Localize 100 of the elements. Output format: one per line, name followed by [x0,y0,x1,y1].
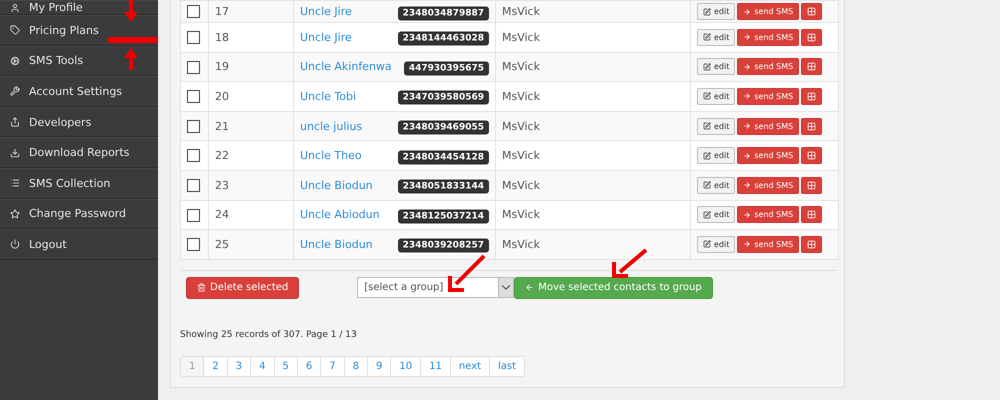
arrow-annotation [448,254,486,292]
row-checkbox[interactable] [187,179,200,192]
sidebar-item[interactable]: SMS Tools [29,54,84,68]
grid-button[interactable] [801,3,822,20]
edit-icon [703,210,711,219]
edit-icon [703,152,711,160]
contact-name-link[interactable]: Uncle Abiodun [300,208,380,222]
group-select[interactable]: [select a group] [357,277,514,298]
phone-number: 2348144463028 [398,32,489,46]
grid-button[interactable] [801,58,822,76]
row-checkbox[interactable] [187,5,200,18]
grid-icon [807,180,816,190]
sidebar-item[interactable]: Pricing Plans [29,24,99,37]
edit-icon [703,92,711,100]
row-checkbox[interactable] [187,31,200,44]
grid-button[interactable] [801,176,822,194]
grid-button[interactable] [801,147,822,164]
contact-name-link[interactable]: uncle julius [300,120,362,133]
row-checkbox[interactable] [187,90,200,104]
edit-button[interactable]: edit [697,88,736,105]
send-sms-button[interactable]: send SMS [737,88,800,105]
phone-number: 2348034454128 [398,150,489,164]
edit-icon [703,240,711,248]
edit-button[interactable]: edit [697,236,736,253]
phone-number: 2348039469055 [398,120,489,135]
edit-button[interactable]: edit [697,176,736,194]
list-icon [10,178,20,188]
send-sms-button[interactable]: send SMS [737,118,800,135]
grid-icon [807,240,816,249]
grid-icon [807,62,816,72]
arrow-right-icon [743,240,752,248]
send-sms-button[interactable]: send SMS [737,28,800,46]
grid-button[interactable] [801,206,822,224]
edit-button[interactable]: edit [697,118,736,135]
send-sms-button[interactable]: send SMS [737,236,800,253]
contact-name-link[interactable]: Uncle Jire [300,5,352,18]
sidebar-item[interactable]: My Profile [29,1,83,14]
sidebar-item[interactable]: Download Reports [29,146,130,160]
phone-number: 2348051833144 [398,180,489,194]
row-checkbox[interactable] [187,208,200,222]
edit-icon [703,181,711,190]
edit-button[interactable]: edit [697,147,736,164]
grid-button[interactable] [801,28,822,46]
arrow-right-icon [743,122,752,130]
edit-button[interactable]: edit [697,3,736,20]
send-sms-button[interactable]: send SMS [737,147,800,164]
arrow-right-icon [743,33,752,42]
page-link[interactable]: 9 [367,356,390,376]
phone-number: 2348125037214 [398,209,489,224]
contact-name-link[interactable]: Uncle Theo [300,149,362,162]
page-link[interactable]: last [489,356,524,376]
phone-number: 447930395675 [404,61,489,76]
row-checkbox[interactable] [187,149,200,162]
row-number: 20 [208,82,294,112]
row-checkbox[interactable] [187,120,200,133]
contact-name-link[interactable]: Uncle Jire [300,30,352,44]
row-number: 25 [208,230,294,260]
arrow-left-icon [525,283,534,292]
sidebar-item[interactable]: Change Password [29,207,126,220]
send-sms-button[interactable]: send SMS [737,176,800,194]
sidebar-item[interactable]: Account Settings [29,84,122,98]
edit-icon [703,8,711,16]
edit-icon [703,33,711,42]
grid-button[interactable] [801,118,822,135]
edit-button[interactable]: edit [697,28,736,46]
contact-name-link[interactable]: Uncle Biodun [300,238,373,251]
row-checkbox[interactable] [187,238,200,252]
page-link[interactable]: 6 [296,356,320,376]
contact-name-link[interactable]: Uncle Akinfenwa [300,60,392,74]
arrow-annotation [124,48,138,70]
edit-icon [703,122,711,130]
send-sms-button[interactable]: send SMS [737,3,800,20]
contact-name-link[interactable]: Uncle Tobi [300,90,356,103]
wrench-icon [10,86,20,96]
user-icon [10,2,20,12]
trash-icon [197,283,206,292]
edit-button[interactable]: edit [697,58,736,76]
sidebar-item[interactable]: Developers [29,116,92,129]
grid-icon [807,92,816,101]
send-sms-button[interactable]: send SMS [737,58,800,76]
sidebar-item[interactable]: Logout [29,238,67,251]
arrow-annotation [124,0,138,22]
owner-cell: MsVick [496,22,690,52]
grid-button[interactable] [801,88,822,105]
phone-number: 2347039580569 [398,90,489,105]
row-checkbox[interactable] [187,60,200,74]
arrow-right-icon [743,92,752,100]
grid-button[interactable] [801,236,822,253]
edit-icon [703,62,711,71]
sidebar-item[interactable]: SMS Collection [29,176,110,190]
send-sms-button[interactable]: send SMS [737,206,800,224]
share-icon [10,117,20,128]
owner-cell: MsVick [496,82,690,112]
delete-selected-button[interactable]: Delete selected [186,276,300,299]
page-link[interactable]: 1 [181,356,204,376]
move-to-group-button[interactable]: Move selected contacts to group [514,276,713,299]
contact-name-link[interactable]: Uncle Biodun [300,178,373,192]
edit-button[interactable]: edit [697,206,736,224]
phone-number: 2348034879887 [398,6,489,20]
grid-icon [807,122,816,131]
